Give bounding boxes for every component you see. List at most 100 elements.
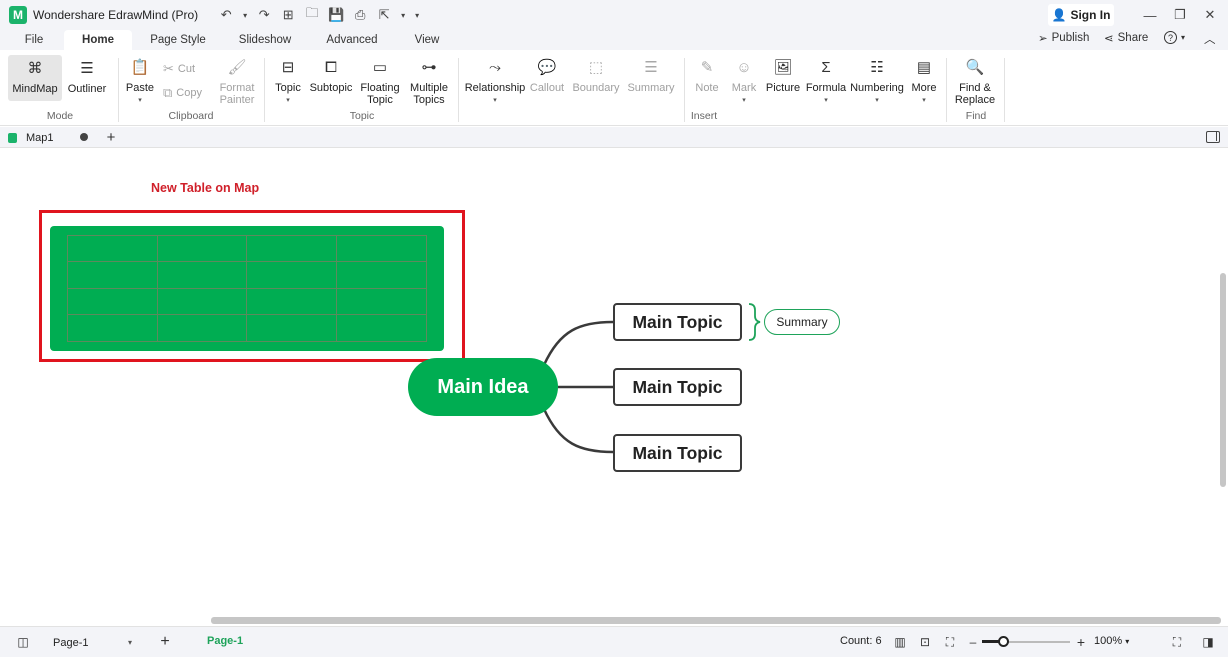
find-replace-button[interactable]: 🔍 Find & Replace <box>952 56 998 106</box>
floating-topic-label-line2: Topic <box>367 94 393 106</box>
tab-advanced[interactable]: Advanced <box>318 30 386 50</box>
sigma-icon: Σ <box>821 59 831 76</box>
main-idea-node[interactable]: Main Idea <box>408 358 558 416</box>
table-cell[interactable] <box>157 288 247 315</box>
undo-icon[interactable]: ↶ <box>216 5 236 25</box>
side-panel-toggle-icon[interactable] <box>1206 131 1220 143</box>
unsaved-indicator-icon[interactable] <box>80 133 88 141</box>
table-cell[interactable] <box>247 262 337 289</box>
collapse-ribbon-icon[interactable]: ︿ <box>1204 31 1216 47</box>
summary-node[interactable]: Summary <box>764 309 840 335</box>
table-cell[interactable] <box>336 289 426 315</box>
relationship-button[interactable]: ⤳ Relationship ▾ <box>464 56 526 107</box>
page-select[interactable]: Page-1 ▾ <box>43 632 138 653</box>
paste-button[interactable]: 📋 Paste ▾ <box>124 56 156 107</box>
more-button[interactable]: ▤ More ▾ <box>908 56 940 107</box>
print-icon[interactable]: ⎙ <box>350 5 370 25</box>
new-tab-button[interactable]: + <box>102 127 120 148</box>
publish-icon: ➢ <box>1038 33 1048 45</box>
format-painter-button[interactable]: 🖌 Format Painter <box>216 56 258 106</box>
table-cell[interactable] <box>68 236 158 263</box>
new-file-icon[interactable]: ⊞ <box>278 5 298 25</box>
callout-button[interactable]: 💬 Callout <box>528 56 566 94</box>
table-cell[interactable] <box>157 262 247 289</box>
numbering-icon: ☷ <box>870 59 884 76</box>
zoom-level-value: 100% <box>1094 635 1123 647</box>
page-tab-active[interactable]: Page-1 <box>207 635 243 647</box>
redo-icon[interactable]: ↷ <box>254 5 274 25</box>
table-cell[interactable] <box>247 236 337 263</box>
customize-toolbar-icon[interactable]: ▾ <box>412 5 422 25</box>
open-folder-icon[interactable]: 🗀 <box>302 5 322 25</box>
callout-label: Callout <box>529 82 565 94</box>
table-cell[interactable] <box>158 314 247 341</box>
map-table[interactable] <box>50 226 444 351</box>
formula-dropdown-icon: ▾ <box>824 97 828 104</box>
note-button[interactable]: ✎ Note <box>692 56 722 94</box>
numbering-button[interactable]: ☷ Numbering ▾ <box>848 56 906 107</box>
table-cell[interactable] <box>68 262 158 289</box>
table-cell[interactable] <box>68 288 158 315</box>
fit-width-icon[interactable]: ⛶ <box>942 634 958 650</box>
document-tab-map1[interactable]: Map1 <box>4 127 96 148</box>
table-cell[interactable] <box>247 314 337 341</box>
zoom-in-button[interactable]: + <box>1073 634 1089 650</box>
zoom-out-button[interactable]: – <box>965 634 981 650</box>
cut-button[interactable]: ✂ Cut <box>163 61 195 77</box>
table-cell[interactable] <box>157 236 247 263</box>
floating-topic-icon: ▭ <box>372 59 388 76</box>
floating-topic-button[interactable]: ▭ Floating Topic <box>358 56 402 106</box>
horizontal-scrollbar[interactable] <box>211 617 1221 624</box>
numbering-dropdown-icon: ▾ <box>875 97 879 104</box>
table-cell[interactable] <box>247 288 337 315</box>
summary-label: Summary <box>627 82 675 94</box>
add-page-button[interactable]: + <box>157 633 173 650</box>
export-dropdown-icon[interactable]: ▾ <box>398 5 408 25</box>
fullscreen-icon[interactable]: ⛶ <box>1169 634 1185 650</box>
formula-button[interactable]: Σ Formula ▾ <box>804 56 848 107</box>
app-title: Wondershare EdrawMind (Pro) <box>33 8 199 22</box>
table-cell[interactable] <box>68 314 158 341</box>
outliner-mode-button[interactable]: ☰ Outliner <box>64 57 110 95</box>
vertical-scrollbar[interactable] <box>1220 273 1226 487</box>
tab-slideshow[interactable]: Slideshow <box>228 30 302 50</box>
tab-file[interactable]: File <box>12 30 56 50</box>
zoom-level-select[interactable]: 100% ▾ <box>1094 635 1129 647</box>
minimize-icon[interactable]: — <box>1136 5 1164 25</box>
topic-button[interactable]: ⊟ Topic ▾ <box>272 56 304 107</box>
subtopic-button[interactable]: ⧠ Subtopic <box>308 56 354 94</box>
fit-page-icon[interactable]: ⊡ <box>917 634 933 650</box>
boundary-button[interactable]: ⬚ Boundary <box>570 56 622 94</box>
note-label: Note <box>695 82 719 94</box>
main-topic-node-3[interactable]: Main Topic <box>613 434 742 472</box>
main-topic-node-1[interactable]: Main Topic <box>613 303 742 341</box>
zoom-slider-handle[interactable] <box>998 636 1009 647</box>
main-topic-node-2[interactable]: Main Topic <box>613 368 742 406</box>
book-view-icon[interactable]: ▥ <box>892 634 908 650</box>
restore-icon[interactable]: ❐ <box>1166 5 1194 25</box>
tab-home[interactable]: Home <box>64 30 132 50</box>
table-cell[interactable] <box>336 236 426 263</box>
export-icon[interactable]: ⇱ <box>374 5 394 25</box>
close-icon[interactable]: ✕ <box>1196 5 1224 25</box>
tab-page-style[interactable]: Page Style <box>140 30 216 50</box>
table-grid <box>67 235 427 342</box>
undo-dropdown-icon[interactable]: ▾ <box>240 5 250 25</box>
help-button[interactable]: ? ▾ <box>1164 31 1185 44</box>
tab-view[interactable]: View <box>402 30 452 50</box>
mark-button[interactable]: ☺ Mark ▾ <box>728 56 760 107</box>
copy-button[interactable]: ⧉ Copy <box>163 85 202 101</box>
mindmap-mode-button[interactable]: ⌘ MindMap <box>8 55 62 101</box>
picture-icon: 🖼 <box>773 59 793 76</box>
save-icon[interactable]: 💾 <box>326 5 346 25</box>
summary-button[interactable]: ☰ Summary <box>624 56 678 94</box>
table-cell[interactable] <box>337 315 427 341</box>
publish-button[interactable]: ➢ Publish <box>1038 31 1089 45</box>
share-button[interactable]: ⋖ Share <box>1104 31 1148 45</box>
page-list-icon[interactable]: ◫ <box>15 634 31 650</box>
multiple-topics-button[interactable]: ⊶ Multiple Topics <box>406 56 452 106</box>
sign-in-button[interactable]: 👤 Sign In <box>1048 4 1114 26</box>
table-cell[interactable] <box>336 262 426 289</box>
picture-button[interactable]: 🖼 Picture <box>764 56 802 94</box>
side-panel-icon[interactable]: ◨ <box>1200 634 1216 650</box>
